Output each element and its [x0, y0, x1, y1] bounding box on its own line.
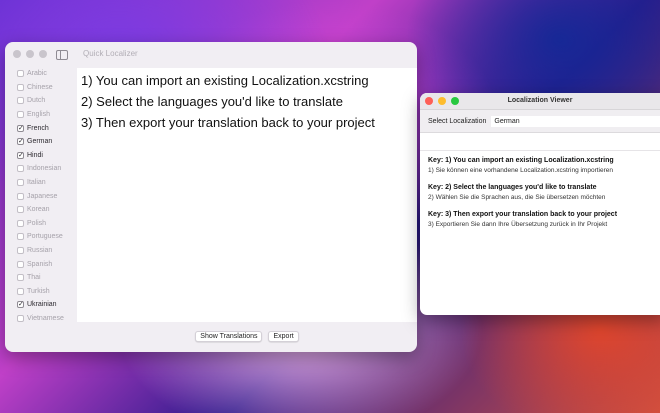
language-item[interactable]: Chinese	[5, 81, 77, 95]
language-label: English	[27, 111, 50, 119]
translation-entries: Key: 1) You can import an existing Local…	[420, 150, 660, 237]
sidebar-toggle-icon[interactable]	[56, 50, 68, 60]
checkbox[interactable]	[17, 274, 24, 282]
language-label: French	[27, 124, 49, 132]
entry-key: Key: 3) Then export your translation bac…	[428, 211, 618, 218]
editor-line: 2) Select the languages you'd like to tr…	[81, 94, 343, 109]
checkbox[interactable]	[17, 206, 24, 214]
language-item[interactable]: ✓ Ukrainian	[5, 298, 77, 312]
entry-key: Key: 2) Select the languages you'd like …	[428, 184, 597, 191]
language-label: Polish	[27, 219, 47, 227]
editor-line: 1) You can import an existing Localizati…	[81, 73, 369, 88]
translation-entry: Key: 2) Select the languages you'd like …	[420, 183, 660, 203]
checkbox-checked[interactable]: ✓	[17, 124, 24, 132]
checkbox[interactable]	[17, 260, 24, 268]
language-item[interactable]: Russian	[5, 244, 77, 258]
select-localization-label: Select Localization	[428, 117, 487, 125]
language-item[interactable]: Indonesian	[5, 162, 77, 176]
checkbox[interactable]	[17, 192, 24, 200]
checkbox[interactable]	[17, 83, 24, 91]
window-title: Quick Localizer	[83, 49, 138, 58]
language-label: Italian	[27, 179, 46, 187]
language-item[interactable]: Vietnamese	[5, 312, 77, 326]
select-localization-bar: Select Localization German	[420, 110, 660, 133]
checkbox[interactable]	[17, 179, 24, 187]
translation-entry: Key: 1) You can import an existing Local…	[420, 156, 660, 176]
language-sidebar: Arabic Chinese Dutch English ✓ French ✓ German ✓…	[5, 67, 77, 352]
checkbox[interactable]	[17, 97, 24, 105]
language-item[interactable]: ✓ French	[5, 121, 77, 135]
entry-translation: 1) Sie können eine vorhandene Localizati…	[428, 167, 613, 174]
language-item[interactable]: Dutch	[5, 94, 77, 108]
language-item[interactable]: Spanish	[5, 257, 77, 271]
language-label: Japanese	[27, 192, 58, 200]
checkbox[interactable]	[17, 233, 24, 241]
language-item[interactable]: Thai	[5, 271, 77, 285]
minimize-button[interactable]	[26, 50, 34, 58]
language-label: Turkish	[27, 287, 50, 295]
checkbox-checked[interactable]: ✓	[17, 151, 24, 159]
language-label: Vietnamese	[27, 314, 64, 322]
localization-select[interactable]: German	[491, 115, 660, 127]
editor-line: 3) Then export your translation back to …	[81, 115, 375, 130]
checkbox[interactable]	[17, 247, 24, 255]
language-label: Russian	[27, 247, 53, 255]
language-item[interactable]: Italian	[5, 176, 77, 190]
checkbox[interactable]	[17, 165, 24, 173]
zoom-button[interactable]	[39, 50, 47, 58]
checkbox[interactable]	[17, 70, 24, 78]
localization-viewer-window: Localization Viewer Select Localization …	[420, 93, 660, 315]
language-label: Spanish	[27, 260, 53, 268]
entry-translation: 3) Exportieren Sie dann Ihre Übersetzung…	[428, 221, 608, 228]
entry-key: Key: 1) You can import an existing Local…	[428, 157, 614, 164]
quick-localizer-window: Quick Localizer Arabic Chinese Dutch Englis…	[5, 42, 417, 352]
language-item[interactable]: Korean	[5, 203, 77, 217]
language-item[interactable]: English	[5, 108, 77, 122]
checkbox-checked[interactable]: ✓	[17, 138, 24, 146]
language-item[interactable]: Arabic	[5, 67, 77, 81]
language-item[interactable]: ✓ Hindi	[5, 149, 77, 163]
window-controls	[13, 50, 47, 58]
translation-entry: Key: 3) Then export your translation bac…	[420, 210, 660, 230]
source-text-editor[interactable]: 1) You can import an existing Localizati…	[77, 68, 417, 322]
language-label: Korean	[27, 206, 50, 214]
language-label: Hindi	[27, 151, 43, 159]
language-item[interactable]: Polish	[5, 217, 77, 231]
action-bar: Show Translations Export	[77, 325, 417, 347]
language-item[interactable]: Portuguese	[5, 230, 77, 244]
language-item[interactable]: Turkish	[5, 285, 77, 299]
language-label: German	[27, 138, 53, 146]
language-label: Arabic	[27, 70, 47, 78]
show-translations-button[interactable]: Show Translations	[195, 330, 263, 342]
language-item[interactable]: ✓ German	[5, 135, 77, 149]
checkbox[interactable]	[17, 314, 24, 322]
language-label: Ukrainian	[27, 301, 57, 309]
checkbox[interactable]	[17, 111, 24, 119]
checkbox-checked[interactable]: ✓	[17, 301, 24, 309]
checkbox[interactable]	[17, 219, 24, 227]
language-item[interactable]: Japanese	[5, 189, 77, 203]
language-label: Thai	[27, 274, 41, 282]
entry-translation: 2) Wählen Sie die Sprachen aus, die Sie …	[428, 194, 606, 201]
language-label: Indonesian	[27, 165, 62, 173]
language-label: Portuguese	[27, 233, 63, 241]
language-label: Dutch	[27, 97, 46, 105]
language-label: Chinese	[27, 83, 53, 91]
close-button[interactable]	[13, 50, 21, 58]
export-button[interactable]: Export	[268, 330, 299, 342]
viewer-title: Localization Viewer	[507, 97, 573, 104]
checkbox[interactable]	[17, 287, 24, 295]
viewer-titlebar: Localization Viewer	[420, 93, 660, 110]
divider	[420, 150, 660, 151]
